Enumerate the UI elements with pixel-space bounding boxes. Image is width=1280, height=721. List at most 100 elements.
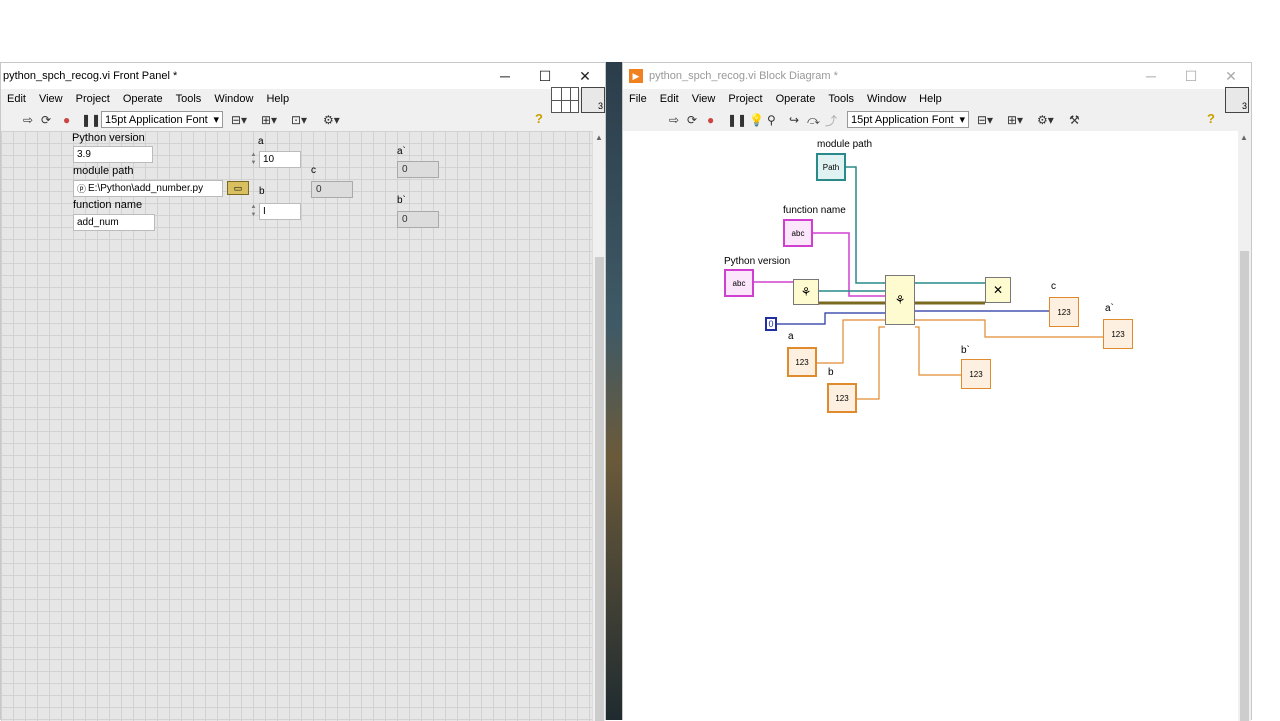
pause-icon[interactable]: ❚❚ [81, 112, 101, 128]
maximize-button[interactable]: ☐ [1171, 63, 1211, 89]
path-icon: ⓟ [77, 184, 87, 194]
block-diagram-menubar: File Edit View Project Operate Tools Win… [623, 89, 1251, 109]
str-terminal-text-2: abc [732, 278, 746, 288]
front-panel-titlebar[interactable]: python_spch_recog.vi Front Panel * ─ ☐ ✕ [1, 63, 605, 89]
menu-window[interactable]: Window [861, 93, 913, 105]
connector-pane-icon[interactable] [551, 87, 579, 113]
front-panel-vertical-scrollbar[interactable]: ▲ [592, 131, 605, 721]
scrollbar-thumb[interactable] [595, 257, 604, 721]
scroll-up-icon[interactable]: ▲ [1240, 133, 1248, 142]
a-increment-decrement[interactable]: ▲ ▼ [249, 151, 258, 168]
browse-folder-button[interactable]: ▭ [227, 181, 249, 195]
b-label: b [259, 186, 265, 197]
run-arrow-icon[interactable]: ⇨ [23, 112, 33, 128]
desktop-background [606, 62, 623, 720]
menu-operate[interactable]: Operate [117, 93, 170, 105]
b-out-wire [915, 326, 963, 376]
block-diagram-canvas[interactable]: module path Path function name abc Pytho… [623, 131, 1239, 721]
b-increment-decrement[interactable]: ▲ ▼ [249, 203, 258, 220]
run-arrow-icon[interactable]: ⇨ [669, 112, 679, 128]
python-version-terminal[interactable]: abc [724, 269, 754, 297]
clean-up-diagram-icon[interactable]: ⚒ [1069, 112, 1080, 128]
python-node[interactable]: ⚘ [885, 275, 915, 325]
labview-app-icon: ▶ [629, 69, 643, 83]
module-path-input[interactable]: ⓟ E:\Python\add_number.py [73, 180, 223, 197]
function-name-terminal-label: function name [783, 205, 846, 216]
scroll-up-icon[interactable]: ▲ [595, 133, 603, 142]
path-terminal-text: Path [822, 162, 840, 172]
step-over-icon[interactable]: ⤼ [807, 112, 820, 128]
run-continuously-icon[interactable]: ⟳ [41, 112, 51, 128]
help-icon[interactable]: ? [1207, 111, 1215, 126]
align-objects-icon[interactable]: ⊟▾ [231, 112, 247, 128]
menu-project[interactable]: Project [722, 93, 769, 105]
run-continuously-icon[interactable]: ⟳ [687, 112, 697, 128]
retain-wire-values-icon[interactable]: ⚲ [767, 112, 776, 128]
distribute-objects-icon[interactable]: ⊞▾ [261, 112, 277, 128]
minimize-button[interactable]: ─ [1131, 63, 1171, 89]
menu-window[interactable]: Window [208, 93, 260, 105]
font-select[interactable]: 15pt Application Font ▾ [847, 111, 969, 128]
menu-view[interactable]: View [686, 93, 723, 105]
b-terminal[interactable]: 123 [827, 383, 857, 413]
function-name-label: function name [73, 199, 143, 211]
open-python-session-node[interactable]: ⚘ [793, 279, 819, 305]
str-terminal-text: abc [791, 228, 805, 238]
menu-tools[interactable]: Tools [822, 93, 861, 105]
python-version-input[interactable]: 3.9 [73, 146, 153, 163]
chevron-down-icon: ▾ [213, 114, 219, 126]
c-indicator-terminal[interactable]: 123 [1049, 297, 1079, 327]
font-select[interactable]: 15pt Application Font ▾ [101, 111, 223, 128]
highlight-execution-icon[interactable]: 💡 [749, 112, 764, 128]
module-path-terminal[interactable]: Path [816, 153, 846, 181]
b-out-indicator-label: b` [961, 345, 970, 356]
vi-icon[interactable]: 3 [581, 87, 605, 113]
minimize-button[interactable]: ─ [485, 63, 525, 89]
reorder-icon[interactable]: ⚙▾ [323, 112, 340, 128]
pause-icon[interactable]: ❚❚ [727, 112, 747, 128]
block-diagram-titlebar[interactable]: ▶ python_spch_recog.vi Block Diagram * ─… [623, 63, 1251, 89]
menu-edit[interactable]: Edit [1, 93, 33, 105]
font-select-value: 15pt Application Font [105, 113, 208, 126]
scrollbar-thumb[interactable] [1240, 251, 1249, 721]
menu-tools[interactable]: Tools [170, 93, 209, 105]
step-into-icon[interactable]: ↪ [789, 112, 799, 128]
zero-numeric-constant[interactable]: 0 [765, 317, 777, 331]
a-out-label: a` [397, 146, 406, 157]
menu-operate[interactable]: Operate [770, 93, 823, 105]
abort-icon[interactable]: ● [707, 112, 714, 128]
front-panel-canvas[interactable]: Python version 3.9 module path ⓟ E:\Pyth… [1, 131, 593, 721]
distribute-objects-icon[interactable]: ⊞▾ [1007, 112, 1023, 128]
block-diagram-toolbar: ⇨ ⟳ ● ❚❚ 💡 ⚲ ↪ ⤼ ⤴ 15pt Application Font… [623, 87, 1251, 131]
function-name-terminal[interactable]: abc [783, 219, 813, 247]
b-numeric-input[interactable]: I [259, 203, 301, 220]
a-out-indicator-terminal[interactable]: 123 [1103, 319, 1133, 349]
a-terminal[interactable]: 123 [787, 347, 817, 377]
vi-icon[interactable]: 3 [1225, 87, 1249, 113]
abort-icon[interactable]: ● [63, 112, 70, 128]
close-python-session-node[interactable]: ✕ [985, 277, 1011, 303]
block-diagram-vertical-scrollbar[interactable]: ▲ [1238, 131, 1251, 721]
help-icon[interactable]: ? [535, 111, 543, 126]
close-button[interactable]: ✕ [1211, 63, 1251, 89]
b-out-indicator-terminal[interactable]: 123 [961, 359, 991, 389]
menu-help[interactable]: Help [260, 93, 296, 105]
num-terminal-text-c: 123 [1057, 307, 1071, 317]
align-objects-icon[interactable]: ⊟▾ [977, 112, 993, 128]
menu-edit[interactable]: Edit [654, 93, 686, 105]
resize-objects-icon[interactable]: ⊡▾ [291, 112, 307, 128]
font-select-value: 15pt Application Font [851, 113, 954, 126]
step-out-icon[interactable]: ⤴ [825, 112, 837, 128]
menu-project[interactable]: Project [70, 93, 117, 105]
menu-view[interactable]: View [33, 93, 70, 105]
menu-file[interactable]: File [623, 93, 654, 105]
chevron-down-icon: ▾ [959, 114, 965, 126]
b-out-numeric-indicator: 0 [397, 211, 439, 228]
reorder-icon[interactable]: ⚙▾ [1037, 112, 1054, 128]
menu-help[interactable]: Help [913, 93, 949, 105]
maximize-button[interactable]: ☐ [525, 63, 565, 89]
a-numeric-input[interactable]: 10 [259, 151, 301, 168]
close-button[interactable]: ✕ [565, 63, 605, 89]
function-name-input[interactable]: add_num [73, 214, 155, 231]
block-diagram-title: python_spch_recog.vi Block Diagram * [649, 70, 838, 82]
